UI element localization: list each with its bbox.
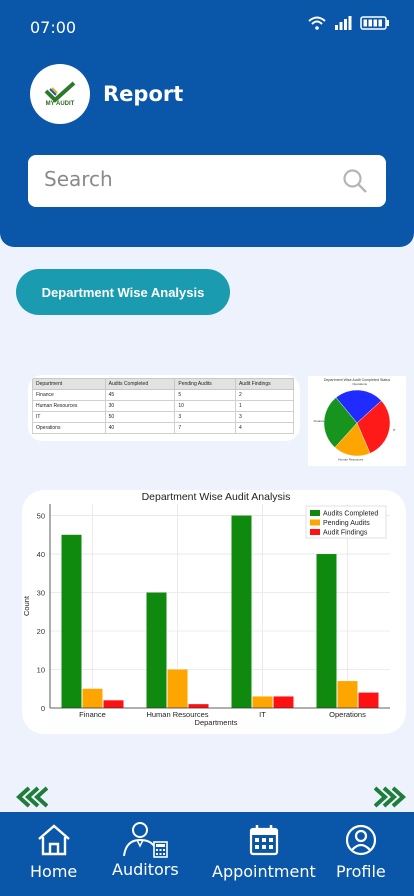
pie-label: Human Resources [338,457,363,461]
y-tick-label: 30 [37,589,45,598]
bar [146,592,167,708]
table-cell: 1 [234,400,295,412]
bar [252,696,273,708]
next-page-icon[interactable] [374,786,406,808]
chart-title: Department Wise Audit Analysis [142,491,291,503]
legend-label: Pending Audits [323,520,370,527]
user-icon [345,824,376,856]
table-cell: 5 [174,389,236,401]
bar [61,534,82,708]
table-cell: Human Resources [32,400,106,412]
table-header: Department [32,378,106,390]
table-cell: 30 [104,400,176,412]
table-cell: 10 [174,400,236,412]
table-cell: 4 [234,422,295,434]
bar [273,696,294,708]
table-cell: Finance [32,389,106,401]
legend-swatch [310,519,320,526]
y-tick-label: 20 [37,627,45,636]
legend-label: Audit Findings [323,530,368,537]
department-analysis-button[interactable]: Department Wise Analysis [16,269,230,315]
x-tick-label: IT [259,710,266,719]
y-tick-label: 40 [37,550,45,559]
bar [167,669,188,708]
battery-icon [360,16,389,30]
status-icons [308,16,390,30]
table-header: Audit Findings [234,378,295,390]
table-header: Audits Completed [104,378,176,390]
table-row: Human Resources 30 10 1 [32,400,295,412]
calendar-icon [249,825,278,856]
tab-home[interactable]: Home [30,824,77,881]
table-cell: IT [32,411,106,423]
previous-page-icon[interactable] [16,786,48,808]
table-cell: 45 [104,389,176,401]
legend-swatch [310,529,320,535]
app-logo: MY AUDIT [30,64,90,124]
app-header: 07:00 MY AUDIT Report [0,0,414,247]
legend-label: Audits Completed [323,511,378,518]
tab-auditors[interactable]: Auditors [112,822,179,879]
y-tick-label: 50 [37,512,45,521]
auditor-icon [123,822,169,858]
search-input[interactable] [44,167,324,191]
summary-table: Department Audits Completed Pending Audi… [32,378,295,434]
bar [103,700,124,708]
x-axis-label: Departments [195,718,238,727]
bar [188,704,209,708]
tab-label: Appointment [212,862,316,881]
pie-chart-card: Department Wise Audit Completed Status O… [308,376,406,466]
bar [231,515,252,708]
table-cell: 50 [104,411,176,423]
bar-chart-card: Department Wise Audit Analysis 0 10 20 30 40 5… [22,490,406,734]
table-cell: Operations [32,422,106,434]
table-cell: 3 [174,411,236,423]
summary-table-card: Department Audits Completed Pending Audi… [28,375,300,441]
tab-label: Home [30,862,78,881]
y-tick-label: 0 [41,704,45,713]
tab-profile[interactable]: Profile [336,824,386,881]
chart-legend: Audits Completed Pending Audits Audit Find… [305,505,387,539]
table-cell: 40 [104,422,176,434]
x-tick-label: Operations [329,710,366,719]
table-cell: 2 [234,389,295,401]
page-title: Report [103,82,184,106]
pie-label: IT [393,428,396,432]
bar [82,688,103,708]
x-tick-label: Finance [79,710,106,719]
tab-label: Auditors [112,860,179,879]
y-axis-label: Count [22,595,31,616]
table-header-row: Department Audits Completed Pending Audi… [32,378,295,390]
bar [337,681,358,708]
search-bar [28,155,386,207]
signal-icon [335,16,352,30]
wifi-icon [308,16,326,30]
table-header: Pending Audits [174,378,236,390]
status-time: 07:00 [30,18,77,37]
tab-label: Profile [336,862,386,881]
bar [358,692,379,708]
bar-chart: Department Wise Audit Analysis 0 10 20 30 40 5… [22,491,390,727]
table-row: IT 50 3 3 [32,411,295,423]
tab-appointment[interactable]: Appointment [212,824,316,881]
bar [316,554,337,708]
pie-chart: Department Wise Audit Completed Status O… [314,378,396,461]
bottom-tab-bar: Home Auditors Appointment Profile [0,812,414,896]
table-cell: 3 [234,411,295,423]
table-cell: 7 [174,422,236,434]
table-row: Finance 45 5 2 [32,389,295,401]
pie-label: Finance [314,419,325,423]
y-tick-label: 10 [37,666,45,675]
table-row: Operations 40 7 4 [32,422,295,434]
logo-text: MY AUDIT [45,101,75,107]
checkmark-logo-icon [44,81,76,103]
home-icon [37,824,70,856]
search-icon[interactable] [342,168,368,194]
pie-label: Operations [352,382,367,386]
legend-swatch [310,510,320,516]
